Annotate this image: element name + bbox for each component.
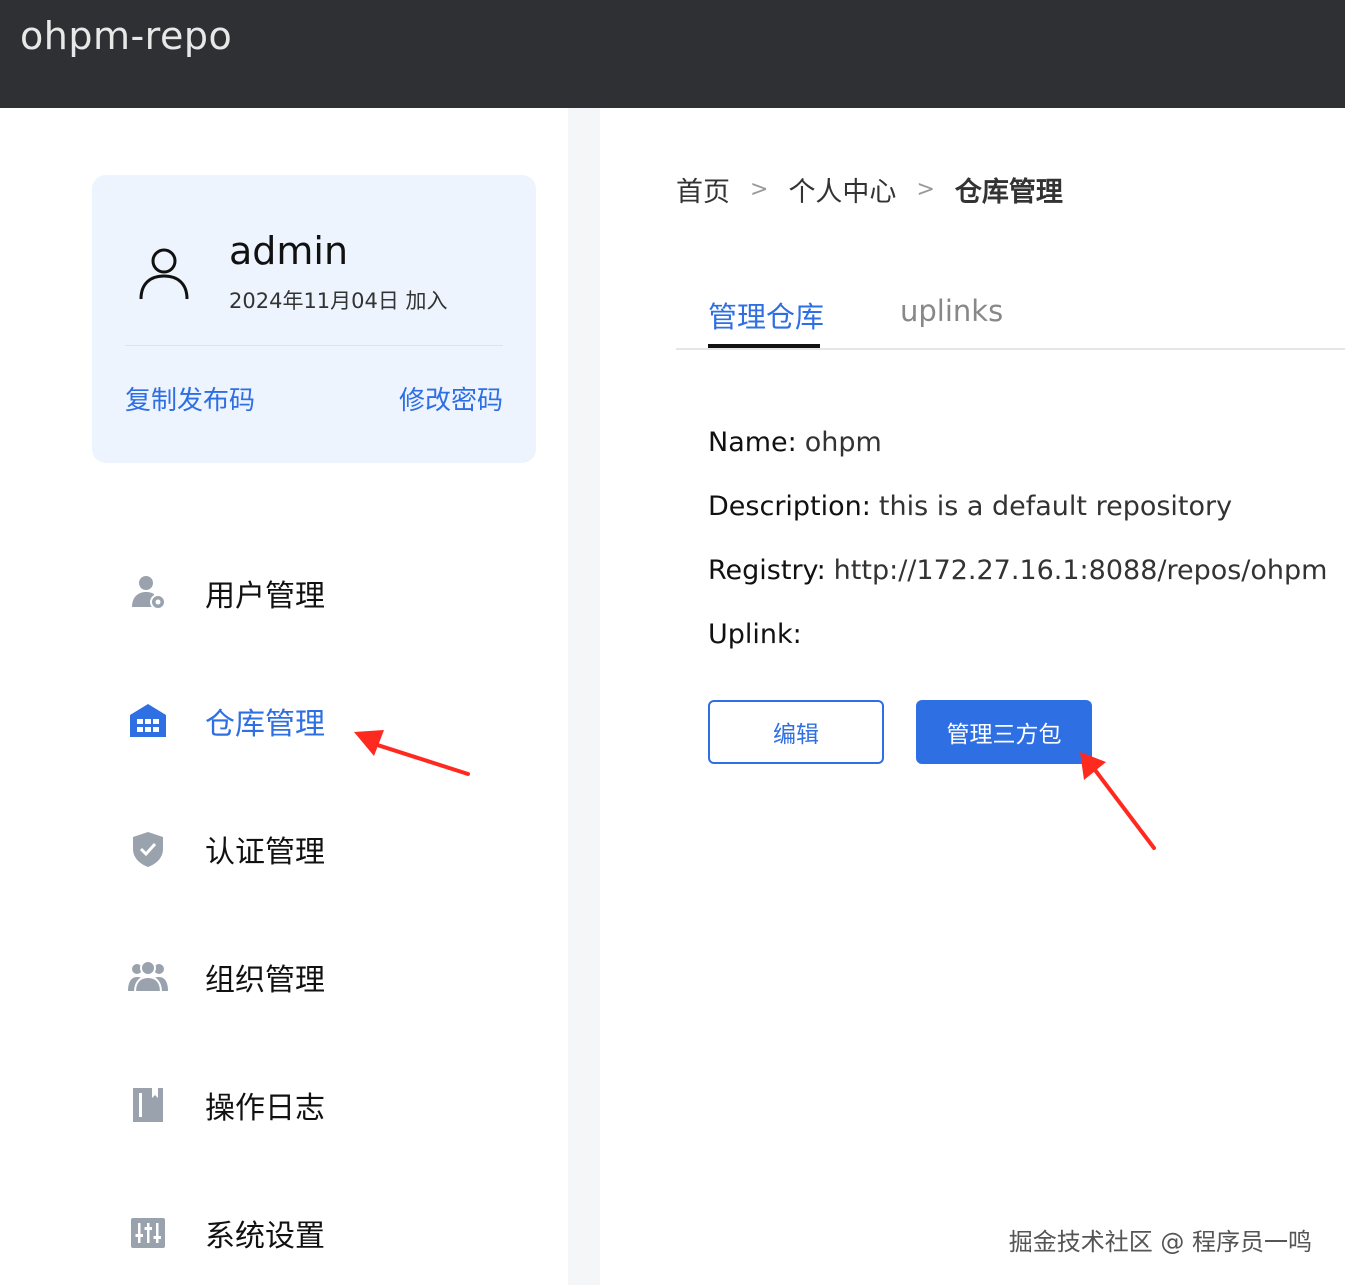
user-settings-icon <box>126 571 170 615</box>
repo-description-row: Description: this is a default repository <box>708 491 1232 522</box>
repo-name-row: Name: ohpm <box>708 427 882 458</box>
repo-registry-row: Registry: http://172.27.16.1:8088/repos/o… <box>708 555 1327 586</box>
repo-tabs: 管理仓库 uplinks <box>676 290 1345 350</box>
breadcrumb-current: 仓库管理 <box>954 177 1063 208</box>
user-avatar-icon <box>139 248 189 300</box>
repo-registry-label: Registry: <box>708 555 826 586</box>
tab-manage-repo[interactable]: 管理仓库 <box>708 294 824 336</box>
profile-username: admin <box>229 229 349 273</box>
sidebar-gutter <box>568 108 600 1285</box>
sidebar-item-system-settings[interactable]: 系统设置 <box>126 1203 446 1263</box>
sidebar-item-label: 组织管理 <box>205 963 325 998</box>
top-bar: ohpm-repo <box>0 0 1345 108</box>
sidebar-item-label: 系统设置 <box>205 1219 325 1254</box>
breadcrumb: 首页 > 个人中心 > 仓库管理 <box>676 170 1063 209</box>
change-password-link[interactable]: 修改密码 <box>399 380 503 417</box>
breadcrumb-personal-center[interactable]: 个人中心 <box>788 170 896 209</box>
manage-packages-button[interactable]: 管理三方包 <box>916 700 1092 764</box>
sidebar-item-label: 用户管理 <box>205 579 325 614</box>
profile-card: admin 2024年11月04日 加入 复制发布码 修改密码 <box>92 175 536 463</box>
repo-uplink-row: Uplink: <box>708 619 802 650</box>
repo-uplink-label: Uplink: <box>708 619 802 650</box>
breadcrumb-separator: > <box>916 177 935 202</box>
sidebar-item-repo-management[interactable]: 仓库管理 <box>126 691 446 751</box>
sliders-icon <box>126 1211 170 1255</box>
card-divider <box>125 345 503 346</box>
breadcrumb-home[interactable]: 首页 <box>676 170 730 209</box>
profile-joined-date: 2024年11月04日 加入 <box>229 289 448 313</box>
repo-registry-value: http://172.27.16.1:8088/repos/ohpm <box>833 555 1328 586</box>
breadcrumb-separator: > <box>750 177 769 202</box>
repo-description-label: Description: <box>708 491 871 522</box>
sidebar-item-operation-log[interactable]: 操作日志 <box>126 1075 446 1135</box>
warehouse-icon <box>126 699 170 743</box>
edit-button[interactable]: 编辑 <box>708 700 884 764</box>
sidebar-item-label: 仓库管理 <box>205 707 325 742</box>
copy-publish-code-link[interactable]: 复制发布码 <box>125 380 255 417</box>
app-title[interactable]: ohpm-repo <box>20 14 232 58</box>
group-icon <box>126 955 170 999</box>
watermark: 掘金技术社区 @ 程序员一鸣 <box>1008 1228 1312 1256</box>
shield-check-icon <box>126 827 170 871</box>
sidebar-item-auth-management[interactable]: 认证管理 <box>126 819 446 879</box>
sidebar-item-label: 认证管理 <box>205 835 325 870</box>
repo-name-value: ohpm <box>804 427 882 458</box>
tab-uplinks[interactable]: uplinks <box>900 294 1003 328</box>
repo-description-value: this is a default repository <box>878 491 1233 522</box>
sidebar-item-label: 操作日志 <box>205 1091 325 1126</box>
sidebar-item-org-management[interactable]: 组织管理 <box>126 947 446 1007</box>
repo-name-label: Name: <box>708 427 797 458</box>
sidebar-item-user-management[interactable]: 用户管理 <box>126 563 446 623</box>
active-tab-indicator <box>708 344 820 348</box>
log-book-icon <box>126 1083 170 1127</box>
